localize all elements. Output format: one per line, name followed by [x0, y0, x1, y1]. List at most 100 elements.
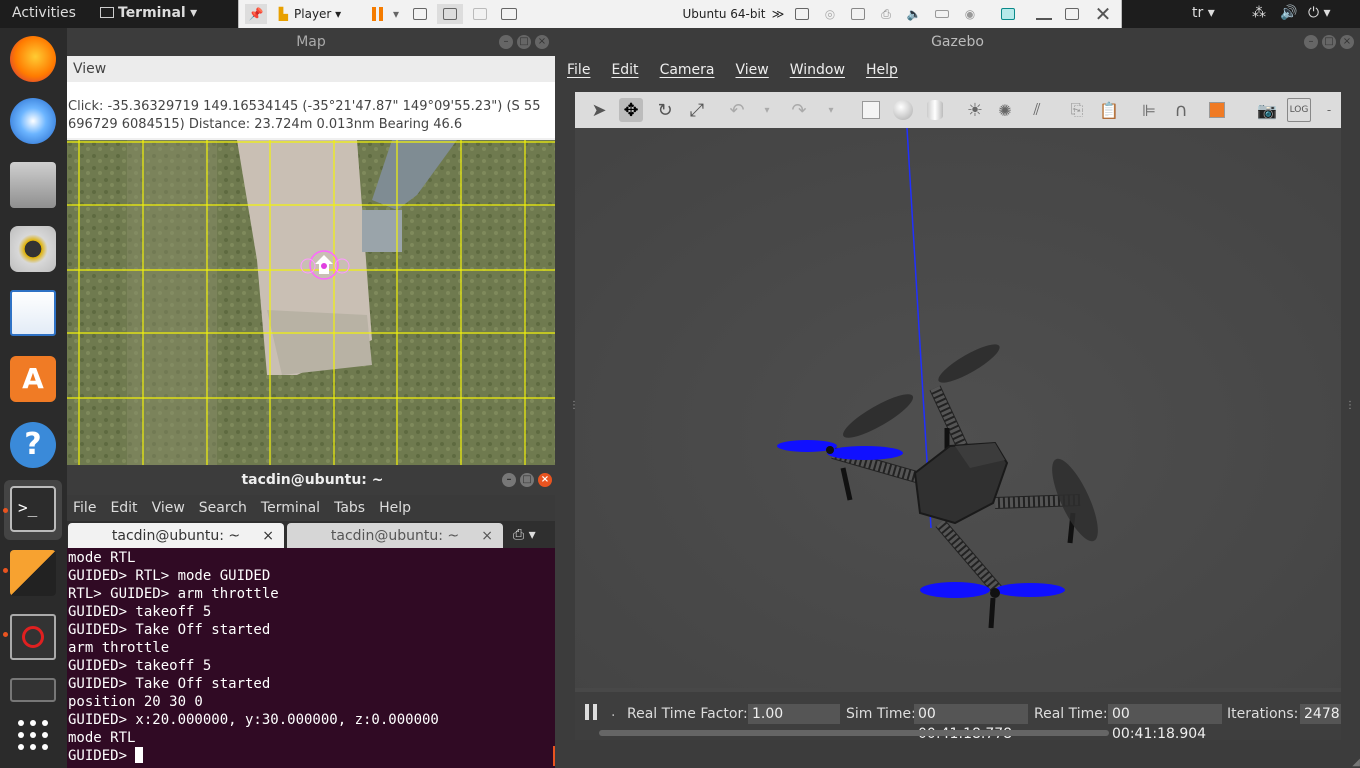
translate-icon[interactable]: ✥ — [619, 98, 643, 122]
printer-icon[interactable]: ⎙ — [875, 4, 897, 24]
power-icon[interactable]: ⏻ ▾ — [1308, 5, 1331, 21]
left-splitter-handle[interactable]: ⋮ — [569, 400, 579, 411]
language-indicator[interactable]: tr ▾ — [1192, 5, 1215, 21]
more-devices-icon[interactable]: ≫ — [769, 4, 787, 24]
box-shape-icon[interactable] — [859, 98, 883, 122]
volume-icon[interactable]: 🔊 — [1280, 5, 1297, 21]
close-icon[interactable]: × — [1340, 35, 1354, 49]
play-pause-button[interactable] — [585, 704, 597, 724]
close-icon[interactable]: ✕ — [1091, 2, 1115, 26]
view-angle-icon[interactable] — [1205, 98, 1229, 122]
restore-icon[interactable] — [1061, 4, 1083, 24]
terminal-title: tacdin@ubuntu: ~ — [241, 472, 384, 488]
map-satellite-view[interactable] — [67, 140, 555, 465]
qgroundcontrol-icon[interactable] — [10, 550, 56, 596]
menu-tabs[interactable]: Tabs — [334, 495, 365, 521]
directional-light-icon[interactable]: ⫽ — [1025, 98, 1049, 122]
gz-menu-help[interactable]: Help — [866, 56, 898, 84]
menu-view[interactable]: View — [152, 495, 185, 521]
close-tab-icon[interactable]: × — [262, 523, 274, 549]
map-menu-view[interactable]: View — [67, 56, 555, 82]
spot-light-icon[interactable]: ✺ — [993, 98, 1017, 122]
tab-terminal-2[interactable]: tacdin@ubuntu: ~ × — [287, 523, 503, 549]
send-keys-icon[interactable] — [409, 4, 431, 24]
minimize-icon[interactable] — [1033, 4, 1055, 24]
resize-grip-icon[interactable]: ◢ — [1352, 757, 1360, 768]
menu-search[interactable]: Search — [199, 495, 247, 521]
minimize-icon[interactable]: – — [499, 35, 513, 49]
cd-device-icon[interactable]: ◎ — [819, 4, 841, 24]
point-light-icon[interactable]: ☀ — [963, 98, 987, 122]
maximize-icon[interactable]: □ — [1322, 35, 1336, 49]
menu-help[interactable]: Help — [379, 495, 411, 521]
usb-device-icon[interactable] — [847, 4, 869, 24]
activities-button[interactable]: Activities — [12, 5, 76, 21]
terminal-window: tacdin@ubuntu: ~ – □ × File Edit View Se… — [67, 465, 558, 768]
undo-dropdown-icon[interactable]: ▾ — [755, 98, 779, 122]
paste-icon[interactable]: 📋 — [1097, 98, 1121, 122]
maximize-icon[interactable]: □ — [520, 473, 534, 487]
gz-menu-camera[interactable]: Camera — [660, 56, 715, 84]
toolbar-overflow-icon[interactable]: - — [1317, 98, 1341, 122]
log-icon[interactable]: LOG — [1287, 98, 1311, 122]
tab-terminal-1[interactable]: tacdin@ubuntu: ~ × — [68, 523, 284, 549]
files-icon[interactable] — [10, 162, 56, 208]
blocked2-icon[interactable] — [10, 678, 56, 702]
undo-icon[interactable]: ↶ — [725, 98, 749, 122]
blocked-icon[interactable] — [10, 614, 56, 660]
right-splitter-handle[interactable]: ⋮ — [1345, 400, 1355, 411]
close-icon[interactable]: × — [535, 35, 549, 49]
unity-icon[interactable] — [469, 4, 491, 24]
pin-icon[interactable]: 📌 — [245, 4, 267, 24]
minimize-icon[interactable]: – — [502, 473, 516, 487]
snap-icon[interactable]: ∩ — [1169, 98, 1193, 122]
terminal-line: RTL> GUIDED> arm throttle — [68, 586, 279, 602]
close-icon[interactable]: × — [538, 473, 552, 487]
new-tab-icon[interactable]: ⎙ ▾ — [513, 527, 536, 543]
firefox-icon[interactable] — [10, 36, 56, 82]
gazebo-3d-view[interactable]: ⋮ ⋮ — [569, 127, 1355, 688]
step-button[interactable]: . — [611, 704, 615, 720]
terminal-icon[interactable]: >_ — [10, 486, 56, 532]
menu-edit[interactable]: Edit — [110, 495, 137, 521]
network-icon[interactable]: ⁂ — [1252, 5, 1266, 21]
fit-guest-icon[interactable] — [437, 4, 463, 24]
close-tab-icon[interactable]: × — [481, 523, 493, 549]
show-apps-icon[interactable] — [16, 718, 50, 752]
select-arrow-icon[interactable]: ➤ — [587, 98, 611, 122]
player-menu[interactable]: ▙ Player ▾ — [273, 4, 347, 24]
sphere-shape-icon[interactable] — [891, 98, 915, 122]
gz-menu-view[interactable]: View — [736, 56, 769, 84]
gz-menu-edit[interactable]: Edit — [611, 56, 638, 84]
minimize-icon[interactable]: – — [1304, 35, 1318, 49]
status-scrollbar[interactable] — [599, 730, 1109, 736]
hdd-device-icon[interactable] — [931, 4, 953, 24]
camera-device-icon[interactable]: ◉ — [959, 4, 981, 24]
redo-icon[interactable]: ↷ — [787, 98, 811, 122]
gz-menu-window[interactable]: Window — [790, 56, 845, 84]
menu-terminal[interactable]: Terminal — [261, 495, 320, 521]
rotate-icon[interactable]: ↻ — [653, 98, 677, 122]
rhythmbox-icon[interactable] — [10, 226, 56, 272]
maximize-icon[interactable]: □ — [517, 35, 531, 49]
redo-dropdown-icon[interactable]: ▾ — [819, 98, 843, 122]
align-icon[interactable]: ⊫ — [1137, 98, 1161, 122]
gz-menu-file[interactable]: File — [567, 56, 590, 84]
pause-dropdown-icon[interactable]: ▾ — [389, 4, 403, 24]
notes-icon[interactable] — [997, 4, 1019, 24]
terminal-output[interactable]: mode RTL GUIDED> RTL> mode GUIDED RTL> GUI… — [67, 548, 558, 768]
thunderbird-icon[interactable] — [10, 98, 56, 144]
app-menu[interactable]: Terminal ▾ — [100, 5, 197, 21]
writer-icon[interactable] — [10, 290, 56, 336]
cylinder-shape-icon[interactable] — [923, 98, 947, 122]
pause-icon[interactable] — [365, 4, 389, 24]
fullscreen-icon[interactable] — [497, 4, 521, 24]
menu-file[interactable]: File — [73, 495, 96, 521]
software-icon[interactable]: A — [10, 356, 56, 402]
scale-icon[interactable]: ⤢ — [685, 98, 709, 122]
help-icon[interactable]: ? — [10, 422, 56, 468]
sound-device-icon[interactable]: 🔈 — [903, 4, 925, 24]
screenshot-icon[interactable]: 📷 — [1255, 98, 1279, 122]
copy-icon[interactable]: ⎘ — [1065, 98, 1089, 122]
network-device-icon[interactable] — [791, 4, 813, 24]
